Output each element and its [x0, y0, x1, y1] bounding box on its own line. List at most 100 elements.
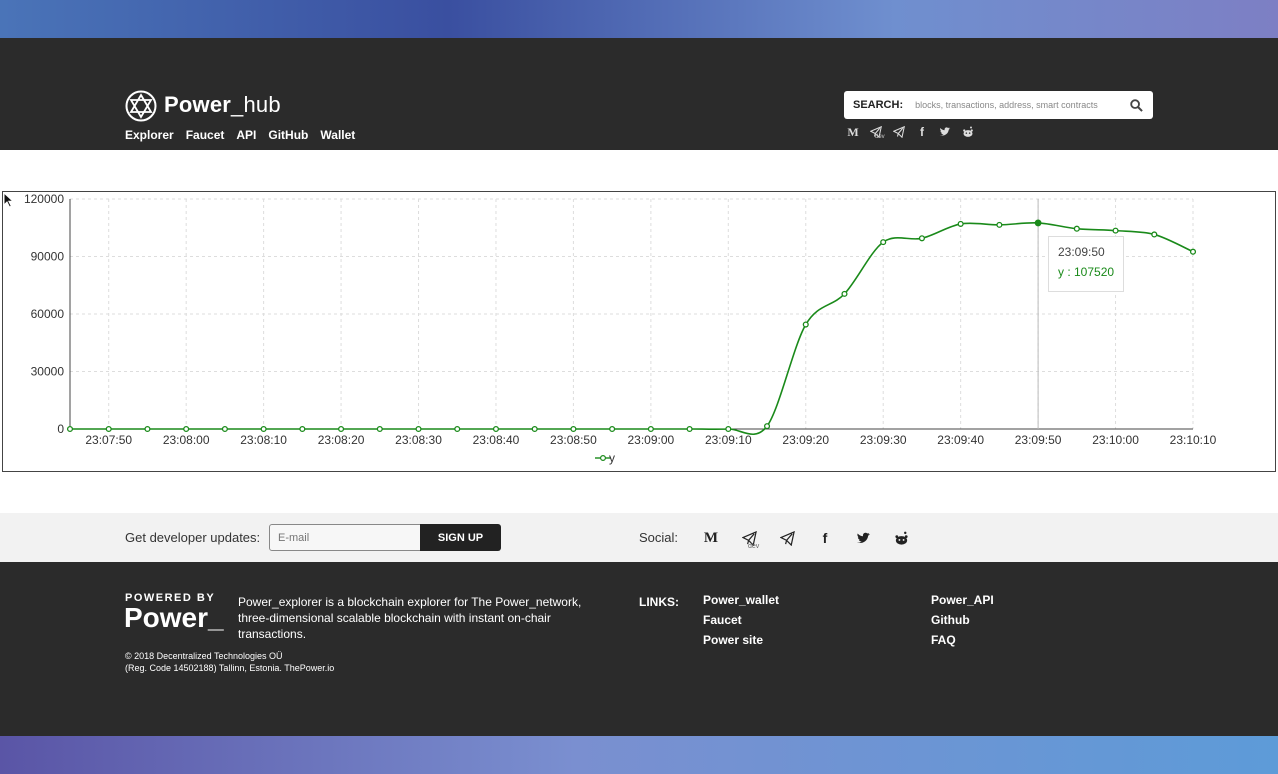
x-tick-label: 23:10:10 — [1170, 433, 1217, 447]
link-power-wallet[interactable]: Power_wallet — [703, 593, 779, 607]
dev-tag: dev — [875, 134, 885, 140]
site-brand[interactable]: Power_hub — [164, 92, 281, 118]
y-tick-label: 120000 — [24, 192, 64, 206]
telegram-icon[interactable] — [892, 125, 906, 139]
nav-explorer[interactable]: Explorer — [125, 128, 174, 142]
data-point — [66, 425, 74, 433]
copyright-line-2: (Reg. Code 14502188) Tallinn, Estonia. T… — [125, 663, 335, 673]
legend-marker — [599, 455, 606, 462]
data-point — [105, 425, 112, 433]
line-chart[interactable]: 23:07:50 23:08:00 23:08:10 23:08:20 23:08:30… — [3, 192, 1275, 471]
telegram-dev-icon[interactable]: dev — [869, 125, 885, 140]
sign-up-button[interactable]: SIGN UP — [420, 524, 501, 551]
footer-social-links: M dev f — [702, 529, 910, 550]
search-input[interactable] — [913, 99, 1130, 111]
data-point — [1151, 231, 1158, 238]
updates-label: Get developer updates: — [125, 530, 261, 545]
search-label: SEARCH: — [853, 99, 904, 111]
x-tick-label: 23:07:50 — [85, 433, 132, 447]
tooltip-time: 23:09:50 — [1058, 245, 1105, 259]
y-tick-label: 60000 — [31, 307, 65, 321]
chart-panel: 23:07:50 23:08:00 23:08:10 23:08:20 23:08:30… — [2, 191, 1276, 472]
link-faq[interactable]: FAQ — [931, 633, 994, 647]
data-point — [531, 425, 538, 433]
dev-tag: dev — [748, 543, 760, 550]
data-point — [1112, 227, 1119, 234]
links-column-2: Power_API Github FAQ — [931, 593, 994, 647]
data-point — [415, 425, 422, 433]
power-logo-icon[interactable] — [125, 90, 157, 122]
x-tick-label: 23:08:10 — [240, 433, 287, 447]
data-point — [144, 425, 151, 433]
email-field[interactable] — [269, 524, 421, 551]
header-social-links: M dev f — [846, 125, 975, 140]
link-faucet[interactable]: Faucet — [703, 613, 779, 627]
data-point — [725, 425, 732, 433]
facebook-icon[interactable]: f — [915, 125, 929, 139]
site-header: Power_hub Explorer Faucet API GitHub Wal… — [0, 38, 1278, 150]
reddit-icon[interactable] — [892, 529, 910, 547]
x-tick-label: 23:09:40 — [937, 433, 984, 447]
link-github[interactable]: Github — [931, 613, 994, 627]
data-point — [299, 425, 306, 433]
nav-faucet[interactable]: Faucet — [186, 128, 225, 142]
x-tick-label: 23:08:40 — [473, 433, 520, 447]
legend-label: y — [609, 451, 615, 465]
data-point — [1034, 219, 1042, 227]
app-window: Power_hub Explorer Faucet API GitHub Wal… — [0, 38, 1278, 736]
data-point — [492, 425, 500, 433]
search-icon[interactable] — [1130, 98, 1143, 112]
reddit-icon[interactable] — [961, 125, 975, 139]
data-point — [221, 425, 228, 433]
data-point — [763, 423, 771, 430]
telegram-icon[interactable] — [778, 529, 796, 547]
data-point — [454, 425, 461, 433]
x-tick-label: 23:09:00 — [628, 433, 675, 447]
link-power-api[interactable]: Power_API — [931, 593, 994, 607]
telegram-dev-icon[interactable]: dev — [740, 529, 760, 550]
data-point — [802, 321, 809, 328]
mouse-cursor-icon — [3, 192, 15, 208]
brand-bold: Power — [164, 92, 232, 117]
data-point — [996, 221, 1003, 228]
about-text: Power_explorer is a blockchain explorer … — [238, 595, 582, 641]
developer-updates-bar: Get developer updates: SIGN UP Social: M… — [0, 513, 1278, 562]
series-line-y — [70, 222, 1194, 436]
x-tick-label: 23:09:50 — [1015, 433, 1062, 447]
social-label: Social: — [639, 530, 679, 545]
medium-icon[interactable]: M — [846, 125, 860, 139]
facebook-icon[interactable]: f — [816, 529, 834, 547]
site-footer: POWERED BY Power_ Power_explorer is a bl… — [0, 562, 1278, 736]
x-tick-label: 23:10:00 — [1092, 433, 1139, 447]
background-band — [0, 736, 1278, 774]
data-point — [338, 425, 345, 433]
x-tick-label: 23:09:20 — [782, 433, 829, 447]
copyright-line-1: © 2018 Decentralized Technologies OÜ — [125, 651, 283, 661]
data-point — [647, 425, 654, 433]
x-tick-label: 23:08:20 — [318, 433, 365, 447]
x-tick-label: 23:09:30 — [860, 433, 907, 447]
data-point — [880, 239, 887, 246]
data-point — [260, 425, 267, 433]
x-tick-label: 23:08:00 — [163, 433, 210, 447]
twitter-icon[interactable] — [854, 529, 872, 547]
nav-github[interactable]: GitHub — [268, 128, 308, 142]
main-nav: Explorer Faucet API GitHub Wallet — [125, 128, 355, 142]
data-point — [686, 425, 693, 433]
data-point — [183, 425, 190, 433]
chart-tooltip: 23:09:50 y : 107520 — [1048, 236, 1124, 292]
copyright: © 2018 Decentralized Technologies OÜ (Re… — [125, 650, 334, 674]
brand-thin: _hub — [231, 92, 281, 117]
y-tick-label: 30000 — [31, 365, 65, 379]
data-point — [376, 425, 383, 433]
nav-wallet[interactable]: Wallet — [320, 128, 355, 142]
link-power-site[interactable]: Power site — [703, 633, 779, 647]
nav-api[interactable]: API — [236, 128, 256, 142]
data-point — [1073, 225, 1080, 232]
data-point — [841, 290, 848, 297]
twitter-icon[interactable] — [938, 125, 952, 139]
data-point — [570, 425, 577, 433]
links-column-1: Power_wallet Faucet Power site — [703, 593, 779, 647]
data-point — [1189, 248, 1197, 255]
medium-icon[interactable]: M — [702, 529, 720, 547]
